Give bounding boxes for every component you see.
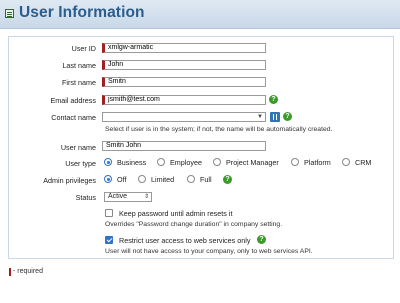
admin-help-icon[interactable]: ? [223,175,232,184]
email-field[interactable]: jsmith@test.com [102,95,266,105]
radio-icon [157,158,165,166]
user-type-option-project-manager[interactable]: Project Manager [213,158,279,167]
contact-name-select[interactable]: ▼ [102,112,266,122]
user-type-option-employee[interactable]: Employee [157,158,202,167]
checkbox-checked-icon [105,236,113,244]
required-legend: - required [13,268,43,275]
radio-icon [291,158,299,166]
list-icon [5,9,14,18]
contact-name-note: Select if user is in the system; if not,… [105,126,333,133]
chevron-down-icon: ▼ [257,114,263,120]
page-header: User Information [0,0,400,29]
email-label: Email address [50,96,96,105]
admin-option-limited[interactable]: Limited [138,175,174,184]
status-value: Active [108,193,128,200]
first-name-field[interactable]: Smitn [102,77,266,87]
address-book-icon[interactable] [270,112,280,122]
page-title: User Information [19,4,145,21]
restrict-access-checkbox[interactable]: Restrict user access to web services onl… [105,236,250,245]
status-select[interactable]: Active ⇕ [104,192,152,202]
user-type-option-platform[interactable]: Platform [291,158,331,167]
required-marker [9,268,11,276]
up-down-arrow-icon: ⇕ [143,194,149,200]
user-type-option-business[interactable]: Business [104,158,146,167]
contact-help-icon[interactable]: ? [283,112,292,121]
admin-option-off[interactable]: Off [104,175,126,184]
status-label: Status [75,193,96,202]
user-type-option-crm[interactable]: CRM [342,158,371,167]
radio-icon [213,158,221,166]
radio-selected-icon [104,158,112,166]
admin-option-full[interactable]: Full [187,175,212,184]
keep-password-note: Overrides "Password change duration" in … [105,221,283,228]
email-help-icon[interactable]: ? [269,95,278,104]
radio-icon [342,158,350,166]
radio-icon [138,175,146,183]
radio-selected-icon [104,175,112,183]
user-name-label: User name [60,143,96,152]
keep-password-checkbox[interactable]: Keep password until admin resets it [105,209,232,218]
admin-privileges-label: Admin privileges [43,176,96,185]
first-name-label: First name [62,78,96,87]
user-name-field[interactable]: Smitn John [102,141,266,151]
restrict-help-icon[interactable]: ? [257,235,266,244]
user-type-label: User type [65,159,96,168]
contact-name-label: Contact name [51,113,96,122]
user-id-field[interactable]: xmlgw-armatic [102,43,266,53]
last-name-label: Last name [62,61,96,70]
user-id-label: User ID [71,44,96,53]
last-name-field[interactable]: John [102,60,266,70]
restrict-access-note: User will not have access to your compan… [105,248,313,255]
radio-icon [187,175,195,183]
checkbox-icon [105,209,113,217]
